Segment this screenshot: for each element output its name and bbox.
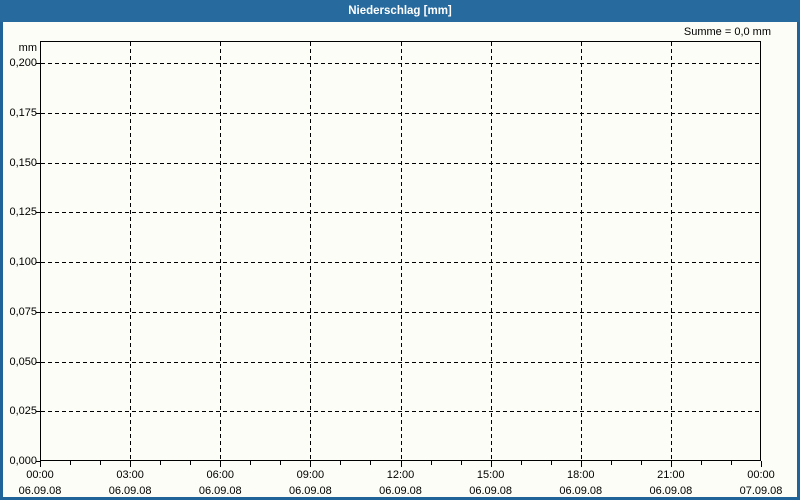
gridline-vertical [400, 42, 402, 460]
y-tick-label: 0,100 [9, 256, 37, 268]
x-tick-time-label: 12:00 [386, 469, 415, 481]
y-tick-label: 0,075 [9, 305, 37, 318]
y-tick-label: 0,175 [9, 106, 37, 119]
x-tick-mark-major [490, 461, 492, 467]
y-axis-unit-label: mm [18, 42, 37, 54]
x-tick-mark-major [580, 461, 582, 467]
chart-canvas: Summe = 0,0 mm mm 0,200 0,175 0,150 0,125 0,1… [3, 22, 797, 497]
x-tick-mark-major [400, 461, 402, 467]
gridline-vertical [580, 42, 582, 460]
x-tick-date-label: 06.09.08 [469, 485, 513, 497]
y-tick-label: 0,200 [9, 57, 37, 69]
window-title: Niederschlag [mm] [348, 5, 452, 17]
x-tick-time-label: 15:00 [476, 469, 505, 481]
x-tick-mark-minor [460, 461, 462, 465]
x-tick-date-label: 06.09.08 [379, 485, 422, 497]
x-tick-date-label: 06.09.08 [559, 485, 603, 497]
x-tick-mark-minor [70, 461, 72, 465]
y-tick-label: 0,050 [9, 355, 37, 368]
x-tick-date-label: 06.09.08 [108, 485, 152, 497]
y-tick-label: 0,150 [9, 156, 37, 169]
x-tick-mark-major [130, 461, 132, 467]
x-tick-mark-minor [340, 461, 342, 465]
x-tick-mark-major [761, 461, 762, 467]
y-tick-label: 0,000 [9, 455, 37, 467]
window-titlebar[interactable]: Niederschlag [mm] [0, 0, 800, 22]
x-tick-mark-minor [640, 461, 642, 465]
plot-area [40, 41, 761, 461]
x-tick-mark-minor [730, 461, 732, 465]
x-tick-time-label: 06:00 [206, 469, 235, 481]
x-tick-time-label: 03:00 [116, 469, 144, 481]
x-tick-mark-minor [520, 461, 522, 465]
gridline-vertical [310, 42, 312, 460]
x-tick-time-label: 00:00 [26, 469, 54, 481]
x-tick-mark-minor [190, 461, 192, 465]
gridline-vertical [670, 42, 672, 460]
x-tick-mark-minor [280, 461, 282, 465]
x-tick-mark-minor [550, 461, 552, 465]
x-tick-mark-minor [100, 461, 102, 465]
x-tick-mark-minor [610, 461, 612, 465]
x-tick-date-label: 06.09.08 [18, 485, 62, 497]
x-tick-mark-major [310, 461, 312, 467]
x-tick-date-label: 06.09.08 [198, 485, 242, 497]
y-tick-label: 0,025 [9, 405, 37, 418]
sum-label: Summe = 0,0 mm [683, 26, 771, 38]
x-tick-date-label: 06.09.08 [288, 485, 332, 497]
x-tick-date-label: 06.09.08 [649, 485, 693, 497]
gridline-vertical [220, 42, 222, 460]
x-tick-time-label: 09:00 [296, 469, 325, 481]
gridline-vertical [490, 42, 492, 460]
x-tick-mark-minor [700, 461, 702, 465]
gridline-vertical [130, 42, 132, 460]
x-tick-mark-major [40, 461, 41, 467]
chart-window: Niederschlag [mm] Summe = 0,0 mm mm 0,200… [0, 0, 800, 500]
y-tick-label: 0,125 [9, 206, 37, 219]
x-tick-time-label: 21:00 [657, 469, 685, 481]
x-tick-time-label: 18:00 [566, 469, 595, 481]
x-tick-mark-major [670, 461, 672, 467]
x-tick-mark-minor [370, 461, 372, 465]
x-tick-time-label: 00:00 [747, 469, 775, 481]
x-tick-mark-major [220, 461, 222, 467]
x-tick-mark-minor [250, 461, 252, 465]
x-tick-date-label: 07.09.08 [739, 485, 783, 497]
x-tick-mark-minor [160, 461, 162, 465]
x-tick-mark-minor [430, 461, 432, 465]
